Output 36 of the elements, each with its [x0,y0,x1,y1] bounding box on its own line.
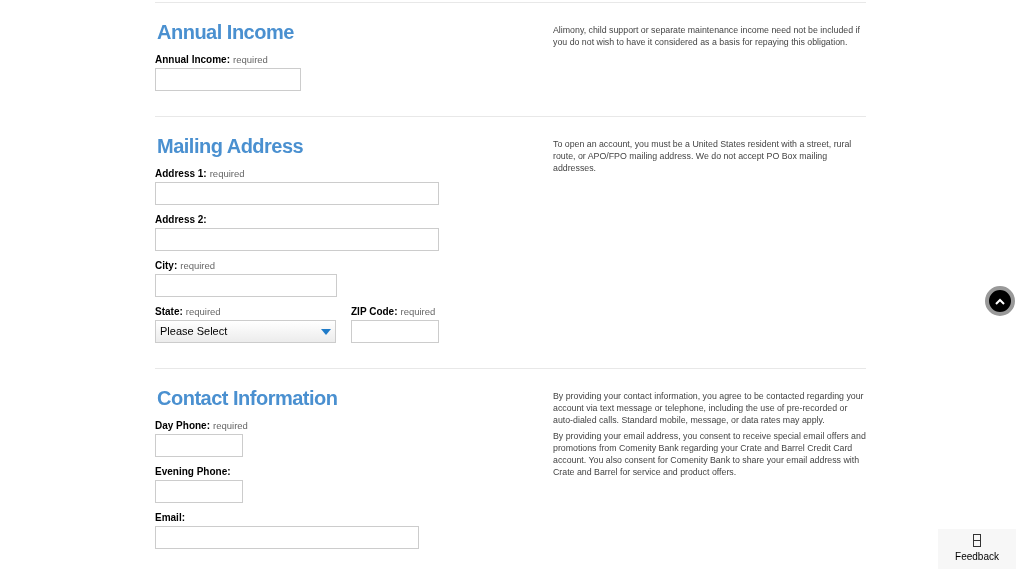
field-label: State: [155,306,183,318]
required-note: required [180,260,216,272]
field-label: Address 2: [155,214,207,226]
field-label: Evening Phone: [155,466,231,478]
input-field[interactable] [155,228,439,251]
info-paragraph: By providing your email address, you consent to receive special email offers and promotions from Comenity Bank regarding your Crate and Barrel Credit Card account. You also consent for Comenity Bank to share your email address with Crate and Barrel for service and product offers. [553,430,866,478]
field-label: City: [155,260,178,272]
section-heading: Contact Information [157,386,339,410]
state-select[interactable]: Please Select [155,320,336,343]
required-note: required [213,420,248,432]
field-label: Annual Income: [155,54,230,66]
input-field[interactable] [155,182,439,205]
input-field[interactable] [351,320,439,343]
info-paragraph: To open an account, you must be a United States resident with a street, rural route, or APO/FPO mailing address. We do not accept PO Box mailing addresses. [553,138,853,174]
feedback-button[interactable]: Feedback [938,529,1016,569]
input-field[interactable] [155,434,243,457]
field-label: ZIP Code: [351,306,398,318]
field-label: Address 1: [155,168,207,180]
required-note: required [400,306,436,318]
field-label: Email: [155,512,185,524]
required-note: required [185,306,221,318]
scroll-top-button[interactable] [985,286,1015,316]
info-paragraph: By providing your contact information, you agree to be contacted regarding your account via text message or telephone, including the use of pre-recorded or auto-dialed calls. Standard mobile, message, or data rates may apply. [553,390,865,426]
required-note: required [209,168,245,180]
section-heading: Annual Income [157,20,295,44]
required-note: required [233,54,268,66]
chevron-up-icon [995,297,1005,305]
caret-icon [321,328,331,335]
input-field[interactable] [155,274,337,297]
field-label: Day Phone: [155,420,210,432]
input-field[interactable] [155,526,419,549]
input-field[interactable] [155,68,301,91]
feedback-icon [973,534,981,547]
info-paragraph: Alimony, child support or separate maintenance income need not be included if you do not wish to have it considered as a basis for repaying this obligation. [553,24,861,48]
section-heading: Mailing Address [157,134,305,158]
input-field[interactable] [155,480,243,503]
